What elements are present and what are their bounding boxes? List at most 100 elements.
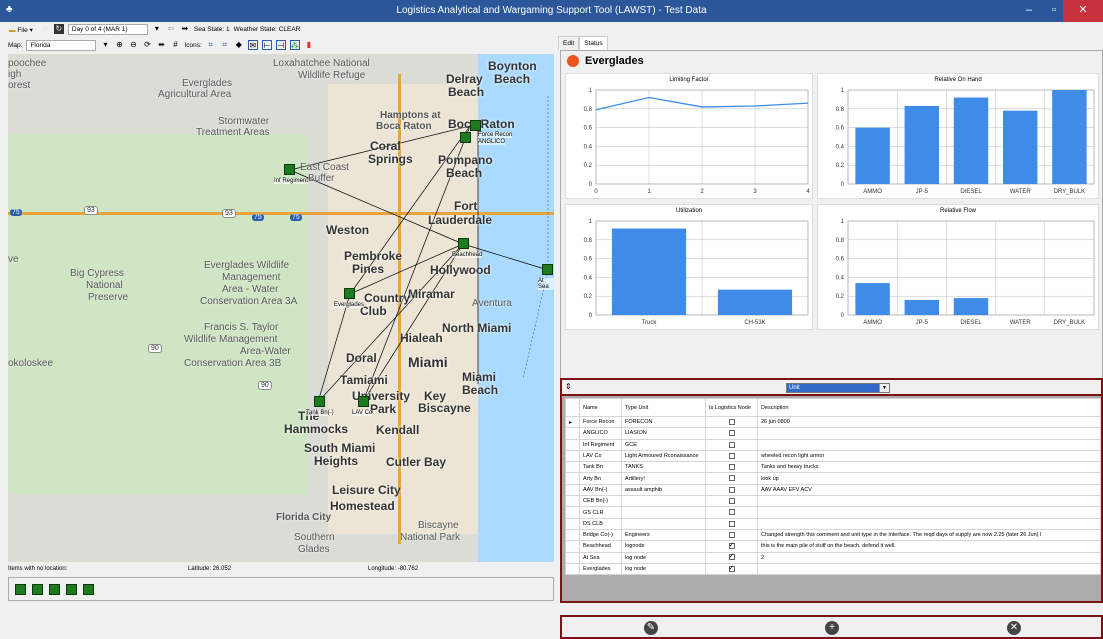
previous-day-icon[interactable]: ⇦ (166, 24, 176, 34)
type-unit-cell[interactable]: lognode (621, 540, 706, 553)
move-icon[interactable]: ⇕ (565, 382, 572, 391)
description-cell[interactable]: AAV AAAV EFV ACV (757, 483, 1101, 497)
description-cell[interactable] (757, 495, 1101, 508)
map-unit-node[interactable] (470, 120, 481, 131)
file-menu[interactable]: ▬ File ▾ (6, 24, 36, 35)
row-selector[interactable] (565, 528, 580, 542)
table-row[interactable]: AAV Bn(-) assault amphib AAV AAAV EFV ACV (565, 483, 1101, 497)
logistics-node-checkbox[interactable] (728, 486, 735, 493)
row-selector[interactable] (565, 506, 580, 519)
type-unit-cell[interactable]: FORECON (621, 415, 706, 429)
row-selector[interactable] (565, 461, 580, 474)
logistics-node-checkbox[interactable] (728, 531, 735, 538)
logistics-node-checkbox[interactable] (728, 464, 735, 471)
logistics-node-checkbox[interactable] (728, 430, 735, 437)
description-cell[interactable]: Changed strength this comment and unit t… (757, 528, 1101, 542)
logistics-node-checkbox[interactable] (728, 418, 735, 425)
logistics-node-cell[interactable] (705, 495, 758, 508)
description-cell[interactable] (757, 562, 1101, 576)
logistics-node-checkbox[interactable] (728, 520, 735, 527)
table-row[interactable]: ANGLICO LIASION (565, 427, 1101, 440)
type-unit-cell[interactable]: Artillery! (621, 472, 706, 485)
name-cell[interactable]: Bridge Co(-) (579, 528, 622, 542)
logistics-node-cell[interactable] (705, 562, 758, 576)
icon-filter-2[interactable]: ⌗ (220, 40, 230, 50)
name-cell[interactable]: Force Recon (579, 415, 622, 429)
table-row[interactable]: Tank Bn TANKS Tanks and heavy trucks (565, 461, 1101, 474)
row-selector[interactable] (565, 449, 580, 463)
description-cell[interactable] (757, 506, 1101, 519)
name-cell[interactable]: Tank Bn (579, 461, 622, 474)
logistics-node-cell[interactable] (705, 438, 758, 451)
map-unit-node[interactable] (314, 396, 325, 407)
type-unit-cell[interactable]: LIASION (621, 427, 706, 440)
description-cell[interactable]: wheeled recon light armor (757, 449, 1101, 463)
type-unit-cell[interactable]: TANKS (621, 461, 706, 474)
unlocated-unit-icon[interactable] (49, 583, 60, 595)
description-cell[interactable] (757, 438, 1101, 451)
type-unit-cell[interactable]: assault amphib (621, 483, 706, 497)
column-header[interactable]: Name (579, 398, 622, 417)
description-cell[interactable] (757, 427, 1101, 440)
map-unit-node[interactable] (358, 396, 369, 407)
table-row[interactable]: Arty Bn Artillery! look up (565, 472, 1101, 485)
logistics-node-cell[interactable] (705, 427, 758, 440)
grid-type-select[interactable]: Unit ▼ (786, 383, 890, 393)
minimize-button[interactable]: – (1015, 0, 1043, 22)
rotate-icon[interactable]: ⟳ (142, 40, 152, 50)
row-selector[interactable] (565, 427, 580, 440)
map-unit-node[interactable] (344, 288, 355, 299)
logistics-node-checkbox[interactable] (728, 498, 735, 504)
logistics-node-checkbox[interactable] (728, 542, 735, 550)
description-cell[interactable]: this is the main pile of stuff on the be… (757, 540, 1101, 553)
logistics-node-cell[interactable] (705, 483, 758, 497)
table-row[interactable]: LAV Co Light Armoured Rconaissance wheeled… (565, 449, 1101, 463)
type-unit-cell[interactable]: GCE (621, 438, 706, 451)
type-unit-cell[interactable] (621, 495, 706, 508)
logistics-node-checkbox[interactable] (728, 509, 735, 516)
logistics-node-cell[interactable] (705, 517, 758, 530)
row-selector[interactable]: ▸ (565, 415, 580, 429)
column-header[interactable]: Description (757, 398, 1101, 417)
table-row[interactable]: At Sealog node 2 (565, 551, 1101, 564)
name-cell[interactable]: DS CLB (579, 517, 622, 530)
map-unit-node[interactable] (542, 264, 553, 275)
envelope-icon[interactable]: ✉ (247, 40, 258, 50)
tool-icon-1[interactable]: ⊢ (261, 40, 272, 50)
name-cell[interactable]: CEB Bn(-) (579, 495, 622, 508)
map-unit-node[interactable] (458, 238, 469, 249)
map-select[interactable]: Florida (26, 39, 97, 51)
chevron-down-icon[interactable]: ▼ (879, 384, 889, 392)
logistics-node-cell[interactable] (705, 461, 758, 474)
row-selector[interactable] (565, 472, 580, 485)
logistics-node-checkbox[interactable] (728, 564, 735, 572)
row-selector[interactable] (565, 551, 580, 564)
refresh-icon[interactable]: ◌ (40, 24, 50, 34)
delete-icon[interactable]: ✕ (1007, 621, 1021, 635)
table-row[interactable]: Inf Regiment GCE (565, 438, 1101, 451)
chevron-down-icon[interactable]: ▾ (152, 24, 162, 34)
name-cell[interactable]: ANGLICO (579, 427, 622, 440)
tab-edit[interactable]: Edit (558, 36, 580, 50)
name-cell[interactable]: Arty Bn (579, 472, 622, 485)
table-row[interactable]: Bridge Co(-) Engineers Changed strength th… (565, 528, 1101, 542)
column-header[interactable]: Is Logistics Node (705, 398, 758, 417)
add-icon[interactable]: + (825, 621, 839, 635)
row-selector[interactable] (565, 562, 580, 576)
logistics-node-cell[interactable] (705, 551, 758, 564)
unlocated-unit-icon[interactable] (66, 583, 77, 595)
grid-icon[interactable]: # (170, 40, 180, 50)
chevron-down-icon[interactable]: ▾ (100, 40, 110, 50)
zoom-out-icon[interactable]: ⊖ (128, 40, 138, 50)
logistics-node-cell[interactable] (705, 449, 758, 463)
icon-filter-1[interactable]: ⌗ (206, 40, 216, 50)
diamond-icon[interactable]: ◆ (234, 40, 244, 50)
map-unit-node[interactable] (284, 164, 295, 175)
color-legend-icon[interactable]: ▮ (304, 40, 314, 50)
table-row[interactable]: ▸ Force Recon FORECON 26 jun 0800 (565, 415, 1101, 429)
pan-icon[interactable]: ⬌ (156, 40, 166, 50)
type-unit-cell[interactable]: Light Armoured Rconaissance (621, 449, 706, 463)
name-cell[interactable]: GS CLR (579, 506, 622, 519)
tab-status[interactable]: Status (579, 36, 608, 50)
reset-icon[interactable]: ↻ (53, 24, 64, 34)
